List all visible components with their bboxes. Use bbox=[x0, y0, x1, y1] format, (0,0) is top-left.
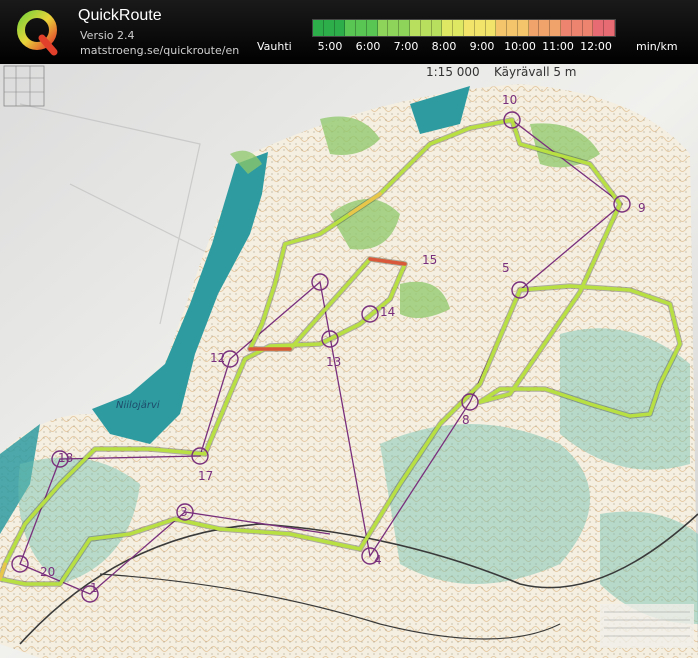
pace-scale-segment bbox=[560, 20, 572, 36]
pace-scale-segment bbox=[485, 20, 497, 36]
map-canvas: 10 9 5 8 4 15 14 13 12 17 18 20 1 3 1:15… bbox=[0, 64, 698, 658]
pace-scale-segment bbox=[463, 20, 475, 36]
control-4: 4 bbox=[374, 553, 382, 567]
pace-scale-segment bbox=[604, 20, 615, 36]
pace-scale-segment bbox=[550, 20, 561, 36]
app-version: Versio 2.4 bbox=[80, 29, 135, 42]
pace-scale-segment bbox=[345, 20, 357, 36]
pace-scale-segment bbox=[593, 20, 605, 36]
pace-scale-segment bbox=[453, 20, 464, 36]
lake-name: Niilojärvi bbox=[116, 400, 160, 411]
pace-scale-segment bbox=[377, 20, 389, 36]
pace-scale-segment bbox=[334, 20, 346, 36]
pace-color-scale bbox=[312, 19, 616, 37]
control-5: 5 bbox=[502, 261, 510, 275]
control-10: 10 bbox=[502, 93, 517, 107]
control-18: 18 bbox=[58, 451, 73, 465]
control-17: 17 bbox=[198, 469, 213, 483]
app-title: QuickRoute bbox=[78, 7, 162, 24]
pace-scale-segment bbox=[474, 20, 486, 36]
top-bar: QuickRoute Versio 2.4 matstroeng.se/quic… bbox=[0, 0, 698, 64]
pace-tick-label: 7:00 bbox=[393, 40, 419, 53]
control-20: 20 bbox=[40, 565, 55, 579]
pace-scale-segment bbox=[313, 20, 324, 36]
pace-scale-segment bbox=[442, 20, 454, 36]
pace-scale-segment bbox=[410, 20, 421, 36]
control-9: 9 bbox=[638, 201, 646, 215]
map-scale-text: 1:15 000 bbox=[426, 65, 480, 79]
pace-tick-label: 12:00 bbox=[580, 40, 612, 53]
pace-scale-segment bbox=[582, 20, 594, 36]
pace-label: Vauhti bbox=[257, 40, 292, 53]
control-8: 8 bbox=[462, 413, 470, 427]
pace-scale-labels: 5:00 6:00 7:00 8:00 9:00 10:00 11:00 12:00 bbox=[312, 40, 614, 54]
pace-scale-segment bbox=[517, 20, 529, 36]
pace-scale-segment bbox=[420, 20, 432, 36]
pace-scale-segment bbox=[366, 20, 378, 36]
control-1: 1 bbox=[90, 581, 98, 595]
pace-tick-label: 9:00 bbox=[469, 40, 495, 53]
pace-tick-label: 5:00 bbox=[317, 40, 343, 53]
pace-scale-segment bbox=[571, 20, 583, 36]
control-3: 3 bbox=[180, 505, 188, 519]
pace-scale-segment bbox=[431, 20, 443, 36]
pace-scale-segment bbox=[496, 20, 508, 36]
control-12: 12 bbox=[210, 351, 225, 365]
pace-tick-label: 10:00 bbox=[504, 40, 536, 53]
pace-scale-segment bbox=[356, 20, 367, 36]
pace-tick-label: 6:00 bbox=[355, 40, 381, 53]
pace-unit: min/km bbox=[636, 40, 678, 53]
pace-tick-label: 8:00 bbox=[431, 40, 457, 53]
pace-scale-segment bbox=[323, 20, 335, 36]
control-14: 14 bbox=[380, 305, 395, 319]
pace-scale-segment bbox=[528, 20, 540, 36]
pace-tick-label: 11:00 bbox=[542, 40, 574, 53]
pace-scale-segment bbox=[388, 20, 400, 36]
pace-scale-segment bbox=[539, 20, 551, 36]
app-website: matstroeng.se/quickroute/en bbox=[80, 44, 240, 57]
control-13: 13 bbox=[326, 355, 341, 369]
quickroute-logo-icon bbox=[17, 10, 58, 56]
map-event-name: Käyrävall 5 m bbox=[494, 65, 576, 79]
pace-scale-segment bbox=[507, 20, 518, 36]
control-15: 15 bbox=[422, 253, 437, 267]
pace-scale-segment bbox=[399, 20, 411, 36]
orienteering-map[interactable]: 10 9 5 8 4 15 14 13 12 17 18 20 1 3 1:15… bbox=[0, 64, 698, 658]
